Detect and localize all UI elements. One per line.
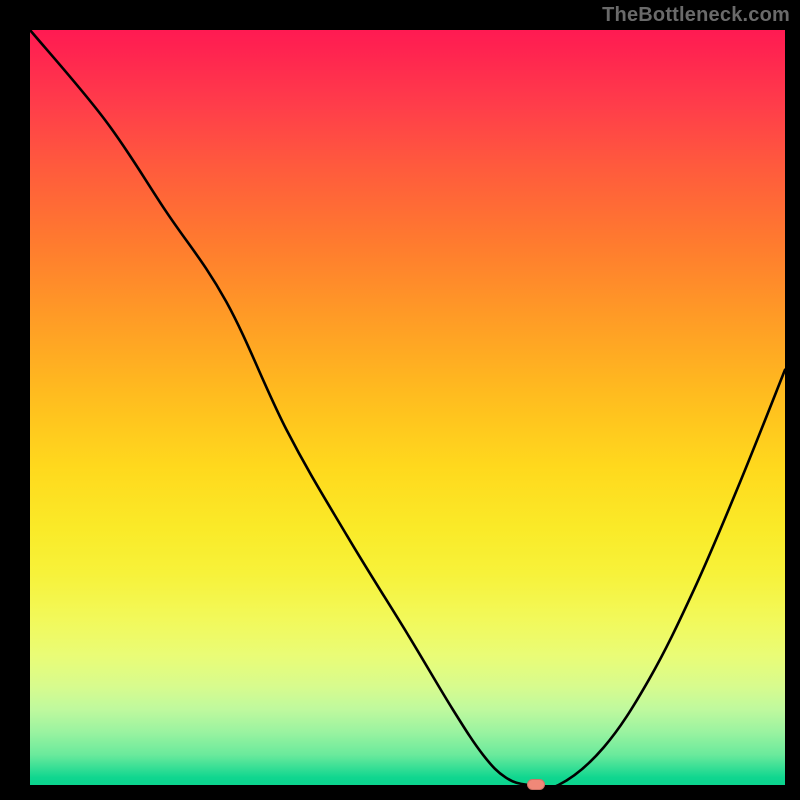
dip-marker bbox=[527, 779, 545, 790]
bottleneck-curve bbox=[30, 30, 785, 785]
attribution-label: TheBottleneck.com bbox=[602, 4, 790, 27]
plot-area bbox=[30, 30, 785, 785]
curve-path bbox=[30, 30, 785, 788]
chart-frame: TheBottleneck.com bbox=[0, 0, 800, 800]
